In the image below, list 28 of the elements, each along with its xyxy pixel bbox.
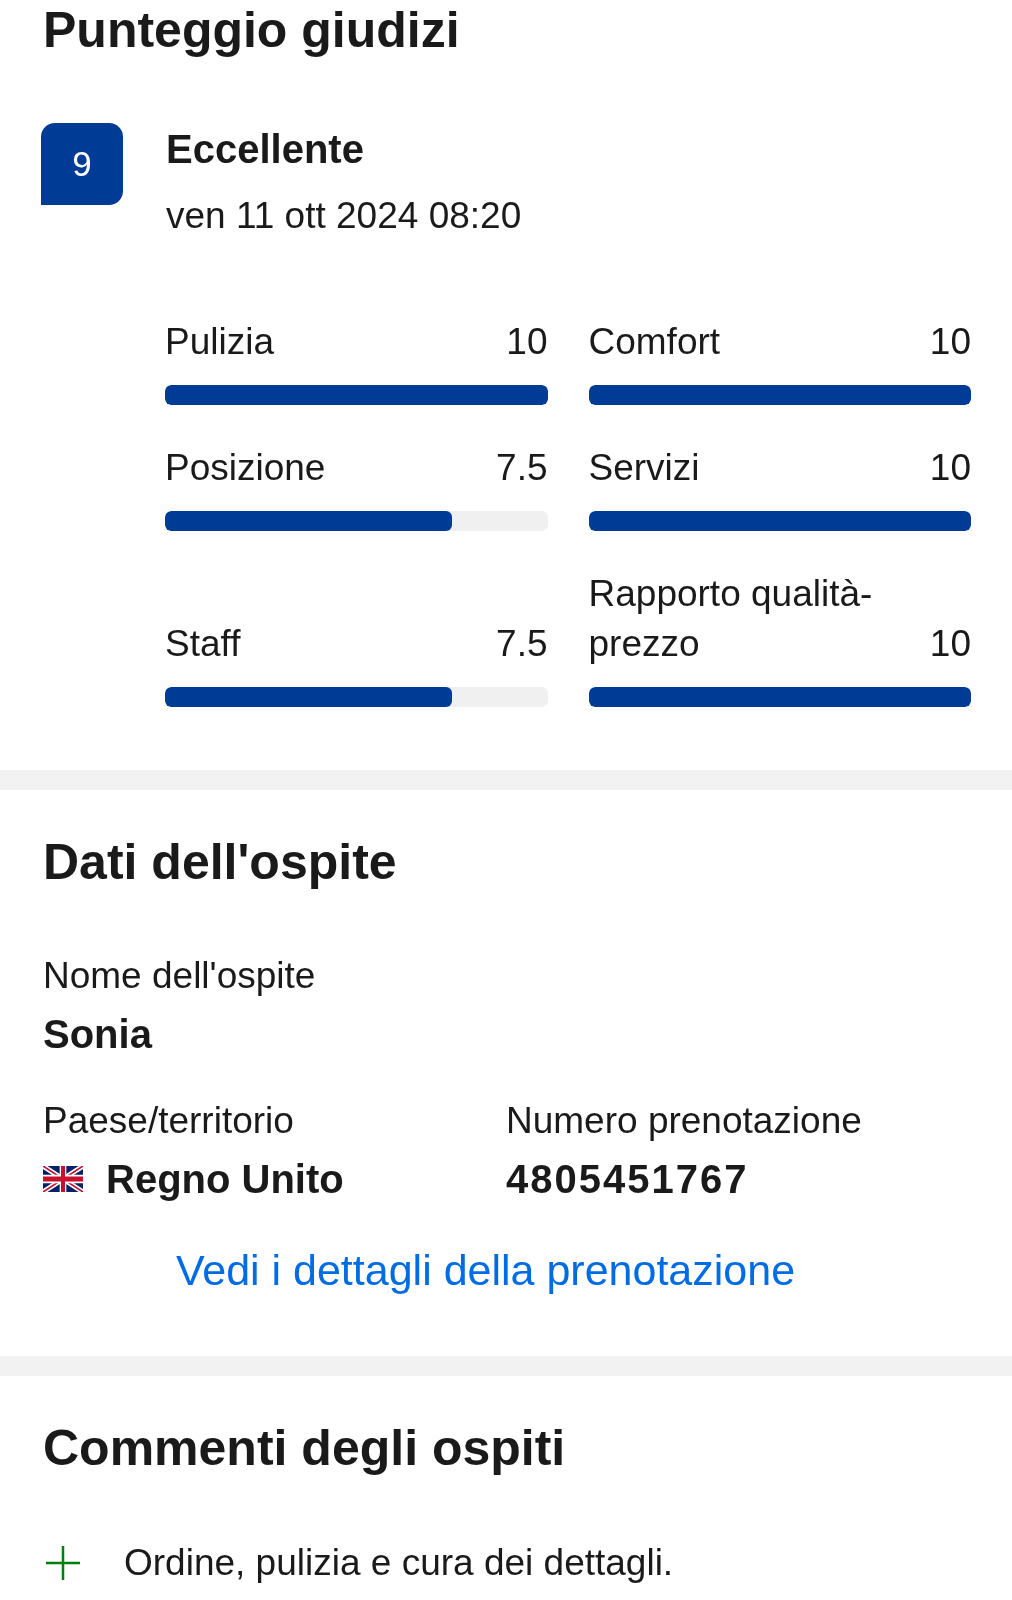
flag-icon bbox=[43, 1166, 83, 1192]
category-score: 10 bbox=[506, 320, 548, 364]
section-title: Dati dell'ospite bbox=[43, 833, 397, 892]
comment-text: Ordine, pulizia e cura dei dettagli. bbox=[124, 1541, 674, 1585]
field-label: Numero prenotazione bbox=[506, 1099, 862, 1143]
category-score: 10 bbox=[929, 320, 971, 364]
category-label: Rapporto qualità-prezzo bbox=[588, 572, 874, 666]
rating-verdict: Eccellente bbox=[166, 126, 364, 173]
category-label: Pulizia bbox=[165, 320, 274, 364]
field-value: Regno Unito bbox=[106, 1156, 344, 1203]
field-label: Nome dell'ospite bbox=[43, 954, 316, 998]
category-score: 7.5 bbox=[496, 622, 548, 666]
category-score: 10 bbox=[929, 446, 971, 490]
category-score: 7.5 bbox=[496, 446, 548, 490]
category-score: 10 bbox=[929, 622, 971, 666]
category-label: Comfort bbox=[588, 320, 721, 364]
score-badge: 9 bbox=[41, 123, 123, 205]
category-label: Staff bbox=[165, 622, 241, 666]
review-date: ven 11 ott 2024 08:20 bbox=[166, 194, 522, 238]
field-value: Sonia bbox=[43, 1011, 152, 1058]
section-title: Commenti degli ospiti bbox=[43, 1419, 566, 1478]
section-title: Punteggio giudizi bbox=[43, 1, 460, 60]
booking-details-link[interactable]: Vedi i dettagli della prenotazione bbox=[175, 1244, 796, 1296]
category-label: Posizione bbox=[165, 446, 326, 490]
category-label: Servizi bbox=[588, 446, 700, 490]
plus-icon bbox=[46, 1546, 80, 1580]
field-label: Paese/territorio bbox=[43, 1099, 294, 1143]
field-value: 4805451767 bbox=[506, 1156, 749, 1203]
